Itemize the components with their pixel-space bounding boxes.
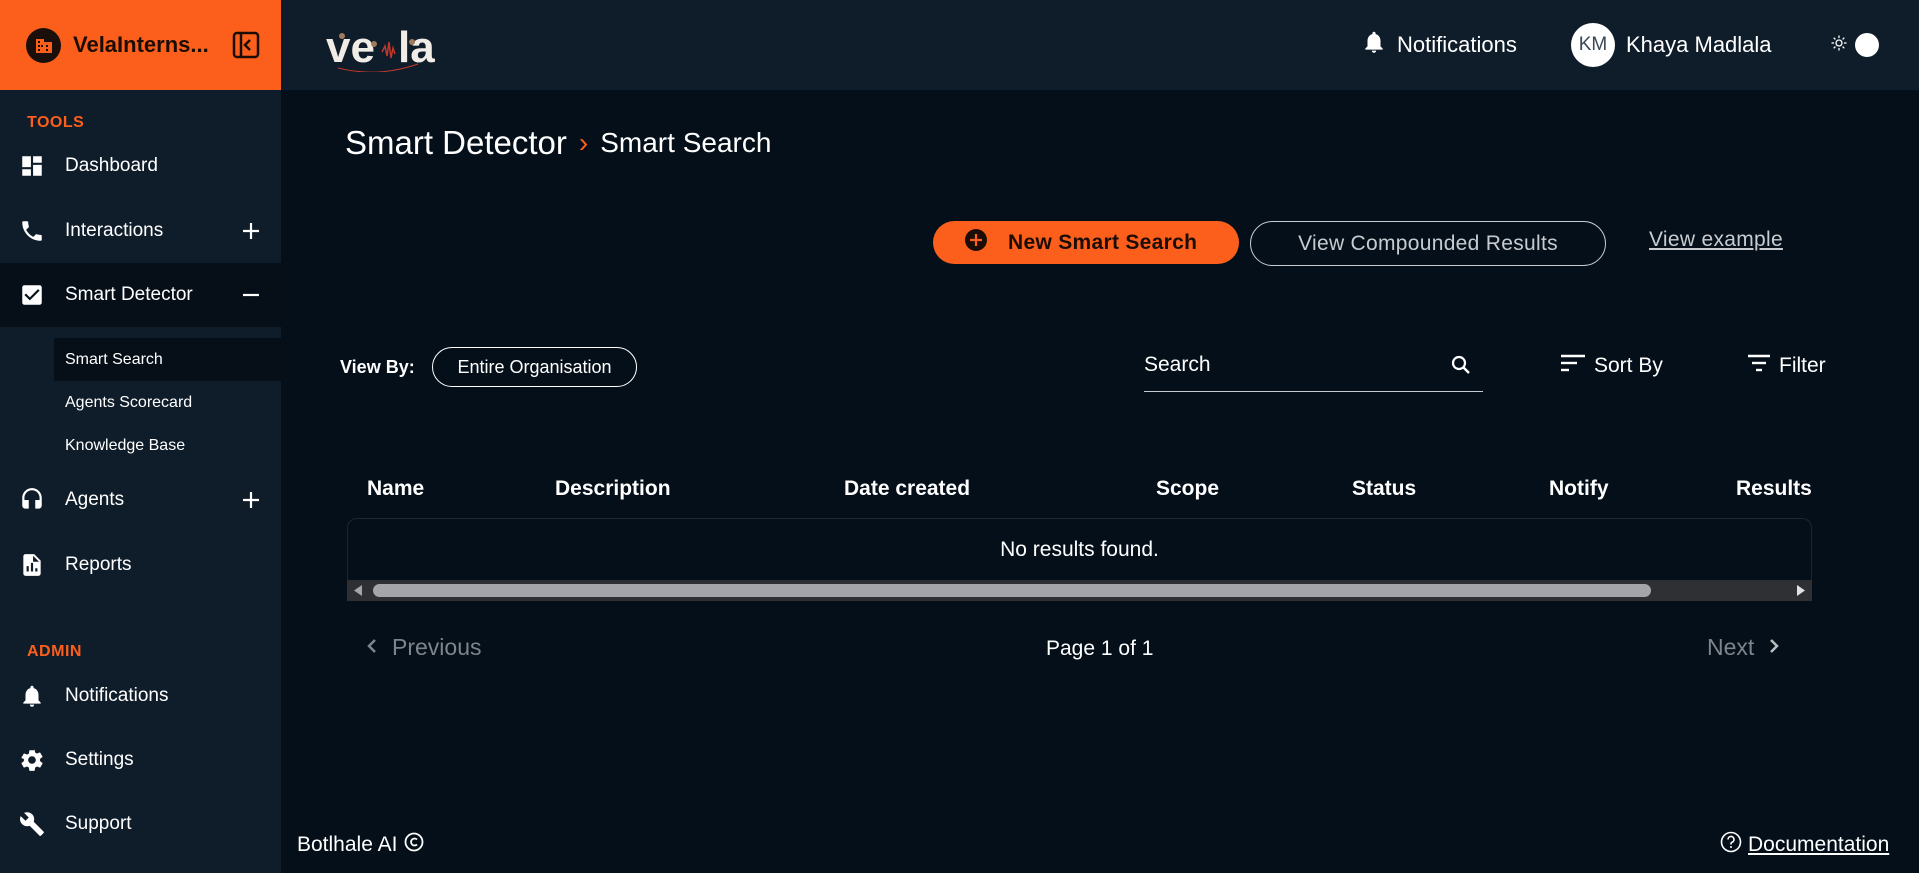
documentation-label: Documentation [1748, 833, 1890, 856]
wrench-icon [19, 811, 45, 837]
tools-section-label: TOOLS [27, 114, 85, 131]
scroll-left-arrow-icon[interactable] [352, 584, 364, 602]
sidebar-item-support[interactable]: Support [0, 792, 281, 856]
documentation-link[interactable]: Documentation [1720, 831, 1889, 859]
chart-check-icon [19, 282, 45, 308]
sort-by-label: Sort By [1594, 354, 1663, 377]
sidebar-subitem-agents-scorecard[interactable]: Agents Scorecard [54, 381, 281, 424]
next-label: Next [1707, 634, 1755, 660]
filter-button[interactable]: Filter [1747, 352, 1826, 380]
column-header-date-created[interactable]: Date created [844, 477, 970, 501]
horizontal-scrollbar[interactable] [347, 580, 1812, 601]
column-header-results[interactable]: Results [1736, 477, 1812, 501]
sidebar-subitem-knowledge-base[interactable]: Knowledge Base [54, 424, 281, 467]
org-header: VelaInterns... [0, 0, 281, 90]
breadcrumb-root[interactable]: Smart Detector [345, 124, 567, 162]
breadcrumb: Smart Detector › Smart Search [345, 124, 771, 162]
gear-icon [19, 747, 45, 773]
column-header-name[interactable]: Name [367, 477, 424, 501]
new-smart-search-label: New Smart Search [1008, 230, 1198, 254]
page-indicator: Page 1 of 1 [1046, 637, 1154, 660]
headset-icon [19, 487, 45, 513]
building-icon [26, 27, 61, 63]
sidebar-item-label: Settings [65, 749, 134, 770]
empty-table-message: No results found. [347, 518, 1812, 580]
chevron-right-icon [1768, 634, 1780, 661]
user-name: Khaya Madlala [1626, 32, 1772, 57]
svg-text:ve: ve [326, 23, 375, 72]
sidebar-item-label: Reports [65, 554, 132, 575]
search-icon[interactable] [1449, 353, 1473, 382]
sidebar-item-agents[interactable]: Agents [0, 468, 281, 532]
sidebar-item-label: Support [65, 813, 132, 834]
sidebar-subitem-smart-search[interactable]: Smart Search [54, 338, 281, 381]
scroll-right-arrow-icon[interactable] [1795, 584, 1807, 602]
scrollbar-thumb[interactable] [373, 584, 1651, 597]
avatar: KM [1571, 23, 1615, 67]
admin-section-label: ADMIN [27, 643, 82, 660]
view-example-link[interactable]: View example [1649, 228, 1783, 252]
top-bar: ve la Notifications KM Khaya Madlala [281, 0, 1919, 90]
sidebar-item-label: Dashboard [65, 155, 158, 176]
new-smart-search-button[interactable]: New Smart Search [933, 221, 1239, 264]
column-header-notify[interactable]: Notify [1549, 477, 1609, 501]
report-icon [19, 552, 45, 578]
column-header-scope[interactable]: Scope [1156, 477, 1219, 501]
expand-plus-icon[interactable] [241, 490, 261, 510]
help-icon [1720, 831, 1742, 859]
sidebar-item-label: Smart Detector [65, 284, 193, 305]
expand-plus-icon[interactable] [241, 221, 261, 241]
column-header-status[interactable]: Status [1352, 477, 1416, 501]
sidebar-item-reports[interactable]: Reports [0, 533, 281, 597]
dashboard-icon [19, 153, 45, 179]
bell-icon [19, 683, 45, 709]
column-header-description[interactable]: Description [555, 477, 671, 501]
search-input[interactable] [1144, 345, 1434, 385]
filter-label: Filter [1779, 354, 1826, 377]
collapse-sidebar-icon[interactable] [231, 30, 261, 60]
header-notifications-button[interactable]: Notifications [1361, 0, 1517, 90]
sidebar: VelaInterns... TOOLS Dashboard Interacti… [0, 0, 281, 873]
org-name[interactable]: VelaInterns... [73, 32, 223, 58]
chevron-left-icon [366, 634, 378, 661]
sidebar-item-notifications[interactable]: Notifications [0, 664, 281, 728]
breadcrumb-separator: › [578, 127, 589, 158]
user-menu[interactable]: KM Khaya Madlala [1571, 0, 1772, 90]
page-title: Smart Search [600, 127, 772, 158]
sort-icon [1560, 352, 1586, 380]
brand-name: Botlhale AI [297, 833, 398, 856]
sidebar-item-label: Interactions [65, 220, 164, 241]
sidebar-item-interactions[interactable]: Interactions [0, 199, 281, 263]
previous-page-button[interactable]: Previous [366, 634, 481, 661]
sun-icon [1831, 35, 1847, 56]
copyright-icon [404, 832, 424, 858]
plus-circle-icon [964, 228, 988, 258]
sidebar-item-label: Agents [65, 489, 125, 510]
collapse-minus-icon[interactable] [241, 285, 261, 305]
sidebar-item-dashboard[interactable]: Dashboard [0, 134, 281, 198]
phone-icon [19, 218, 45, 244]
filter-icon [1747, 352, 1771, 380]
sidebar-item-label: Notifications [65, 685, 169, 706]
search-box [1144, 345, 1483, 392]
sort-by-button[interactable]: Sort By [1560, 352, 1663, 380]
toggle-knob[interactable] [1855, 33, 1879, 57]
previous-label: Previous [392, 634, 482, 660]
vela-logo[interactable]: ve la [326, 22, 459, 73]
view-by-label: View By: [340, 357, 415, 377]
theme-toggle[interactable] [1831, 32, 1881, 58]
footer-brand: Botlhale AI [297, 832, 424, 858]
view-by-selector[interactable]: Entire Organisation [432, 347, 637, 387]
next-page-button[interactable]: Next [1707, 634, 1780, 661]
header-notifications-label: Notifications [1397, 32, 1517, 57]
sidebar-item-smart-detector[interactable]: Smart Detector [0, 263, 281, 327]
sidebar-item-settings[interactable]: Settings [0, 728, 281, 792]
bell-icon [1361, 29, 1387, 61]
view-compounded-results-button[interactable]: View Compounded Results [1250, 221, 1606, 266]
